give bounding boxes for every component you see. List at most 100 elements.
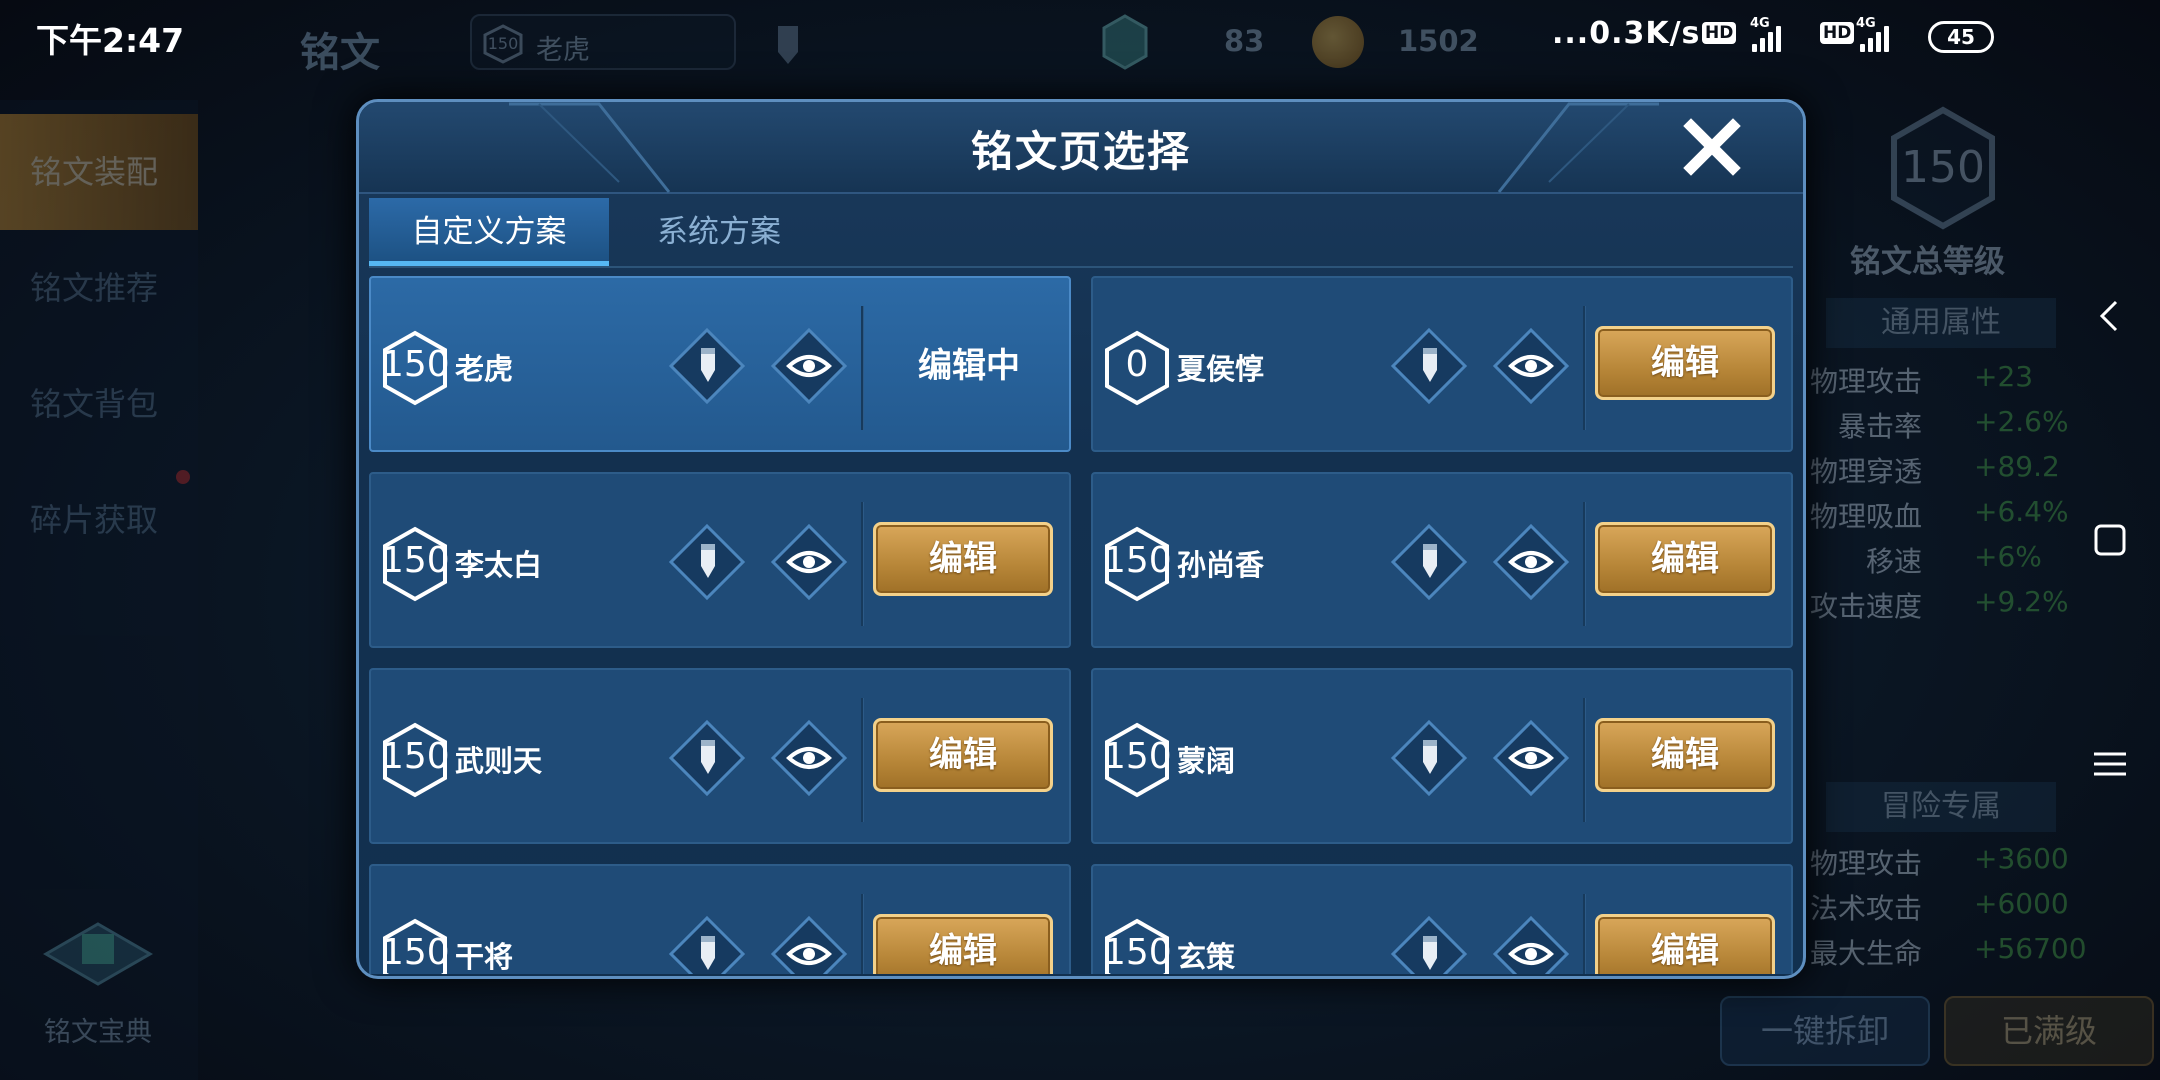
back-icon[interactable]	[2082, 288, 2138, 344]
preview-eye-icon[interactable]	[769, 326, 849, 406]
rename-pen-icon[interactable]	[1389, 914, 1469, 974]
total-level-value: 150	[1901, 142, 1985, 193]
stat-value: +3600	[1974, 842, 2069, 875]
stat-value: +23	[1974, 360, 2034, 393]
inscription-page-dialog: 铭文页选择 自定义方案 系统方案 150 老虎 编辑中 0 夏侯惇 编辑 150 李太白 编辑 1…	[356, 99, 1806, 979]
inscription-page-card[interactable]: 150 老虎 编辑中	[369, 276, 1071, 452]
stat-value: +6%	[1974, 540, 2042, 573]
preview-eye-icon[interactable]	[769, 914, 849, 974]
sidebar-item-equip[interactable]: 铭文装配	[0, 114, 198, 230]
stat-row: 暴击率 +2.6%	[1806, 405, 2069, 445]
tab-system[interactable]: 系统方案	[629, 198, 809, 266]
rename-pen-icon[interactable]	[1389, 326, 1469, 406]
page-name: 李太白	[455, 548, 543, 582]
rename-pen-icon[interactable]	[1389, 522, 1469, 602]
pen-icon[interactable]	[770, 20, 806, 68]
inscription-page-card[interactable]: 150 干将 编辑	[369, 864, 1071, 974]
signal-icon	[1752, 22, 1781, 52]
edit-button[interactable]: 编辑	[873, 914, 1053, 974]
page-level: 150	[1103, 932, 1172, 973]
notification-dot	[176, 470, 190, 484]
general-section-title: 通用属性	[1826, 298, 2056, 348]
sidebar-item-bag[interactable]: 铭文背包	[0, 346, 198, 462]
rename-pen-icon[interactable]	[667, 522, 747, 602]
edit-button[interactable]: 编辑	[1595, 914, 1775, 974]
coin-count: 1502	[1398, 24, 1479, 58]
stats-panel: 150 铭文总等级 通用属性 物理攻击 +23 暴击率 +2.6% 物理穿透 +89.…	[1806, 96, 2087, 996]
edit-button[interactable]: 编辑	[1595, 326, 1775, 400]
status-net-speed: ...0.3K/s	[1552, 16, 1701, 51]
rename-pen-icon[interactable]	[667, 718, 747, 798]
stat-key: 移速	[1865, 545, 1922, 578]
stat-value: +6000	[1974, 887, 2069, 920]
stat-value: +6.4%	[1974, 495, 2069, 528]
divider	[1583, 698, 1586, 822]
page-level: 150	[381, 540, 450, 581]
preview-eye-icon[interactable]	[769, 522, 849, 602]
edit-button[interactable]: 编辑	[873, 522, 1053, 596]
stat-row: 最大生命 +56700	[1806, 932, 2087, 972]
stat-key: 暴击率	[1837, 410, 1922, 443]
stat-row: 物理吸血 +6.4%	[1806, 495, 2069, 535]
divider	[861, 894, 864, 974]
page-level: 150	[381, 344, 450, 385]
adventure-section-title: 冒险专属	[1826, 782, 2056, 832]
page-grid: 150 老虎 编辑中 0 夏侯惇 编辑 150 李太白 编辑 150 孙尚香 编辑 150 武则天 编辑 15…	[369, 276, 1793, 974]
inscription-page-card[interactable]: 150 玄策 编辑	[1091, 864, 1793, 974]
inscription-page-card[interactable]: 150 孙尚香 编辑	[1091, 472, 1793, 648]
selector-level: 150	[487, 34, 519, 53]
rename-pen-icon[interactable]	[1389, 718, 1469, 798]
edit-button[interactable]: 编辑	[1595, 718, 1775, 792]
divider	[861, 502, 864, 626]
inscription-page-selector[interactable]: 150 老虎	[470, 14, 736, 70]
inscription-page-card[interactable]: 0 夏侯惇 编辑	[1091, 276, 1793, 452]
edit-button[interactable]: 编辑	[873, 718, 1053, 792]
stat-row: 移速 +6%	[1806, 540, 2056, 580]
edit-button[interactable]: 编辑	[1595, 522, 1775, 596]
preview-eye-icon[interactable]	[769, 718, 849, 798]
divider	[861, 698, 864, 822]
stat-key: 物理攻击	[1809, 365, 1922, 398]
close-icon[interactable]	[1681, 116, 1743, 178]
stat-value: +9.2%	[1974, 585, 2069, 618]
divider	[861, 306, 864, 430]
preview-eye-icon[interactable]	[1491, 718, 1571, 798]
page-name: 干将	[455, 940, 514, 974]
page-level: 0	[1125, 344, 1149, 385]
tab-bar: 自定义方案 系统方案	[369, 198, 1793, 268]
divider	[1583, 502, 1586, 626]
page-level: 150	[381, 736, 450, 777]
stat-row: 物理攻击 +3600	[1806, 842, 2069, 882]
coin-icon	[1312, 16, 1364, 68]
page-title: 铭文	[300, 30, 380, 76]
stat-value: +2.6%	[1974, 405, 2069, 438]
stat-key: 物理吸血	[1809, 500, 1922, 533]
rename-pen-icon[interactable]	[667, 914, 747, 974]
sidebar-item-recommend[interactable]: 铭文推荐	[0, 230, 198, 346]
codex-book-icon[interactable]	[38, 920, 158, 1016]
inscription-page-card[interactable]: 150 蒙阔 编辑	[1091, 668, 1793, 844]
page-name: 夏侯惇	[1177, 352, 1265, 386]
page-name: 孙尚香	[1177, 548, 1265, 582]
preview-eye-icon[interactable]	[1491, 914, 1571, 974]
maxed-button[interactable]: 已满级	[1944, 996, 2154, 1066]
page-name: 老虎	[455, 352, 514, 386]
selector-name: 老虎	[536, 35, 590, 66]
preview-eye-icon[interactable]	[1491, 522, 1571, 602]
sidebar-item-shards[interactable]: 碎片获取	[0, 462, 198, 578]
page-level: 150	[1103, 736, 1172, 777]
tab-custom[interactable]: 自定义方案	[369, 198, 609, 266]
inscription-page-card[interactable]: 150 武则天 编辑	[369, 668, 1071, 844]
stat-row: 物理攻击 +23	[1806, 360, 2056, 400]
page-level: 150	[1103, 540, 1172, 581]
page-name: 武则天	[455, 744, 543, 778]
preview-eye-icon[interactable]	[1491, 326, 1571, 406]
editing-status: 编辑中	[918, 346, 1020, 386]
rename-pen-icon[interactable]	[667, 326, 747, 406]
page-name: 玄策	[1177, 940, 1236, 974]
dismantle-all-button[interactable]: 一键拆卸	[1720, 996, 1930, 1066]
hd-badge: HD	[1820, 22, 1855, 44]
home-icon[interactable]	[2082, 512, 2138, 568]
menu-icon[interactable]	[2082, 736, 2138, 792]
inscription-page-card[interactable]: 150 李太白 编辑	[369, 472, 1071, 648]
